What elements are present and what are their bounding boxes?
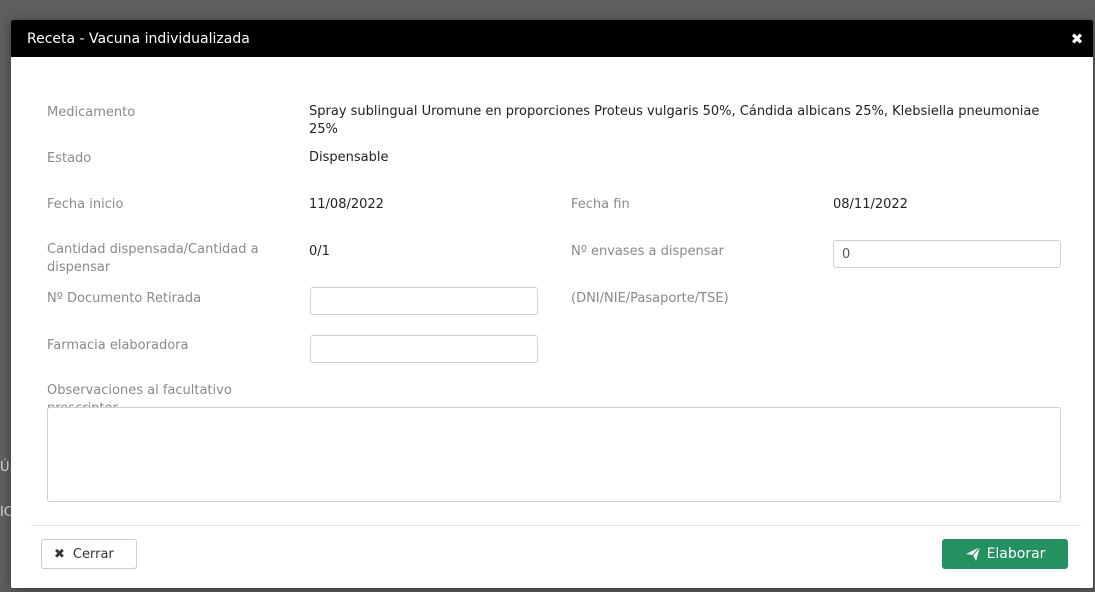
close-icon[interactable]: ✖ — [1069, 30, 1085, 48]
envases-label: Nº envases a dispensar — [571, 244, 724, 259]
estado-value: Dispensable — [309, 150, 389, 165]
close-icon: ✖ — [54, 546, 65, 562]
elaborar-button-label: Elaborar — [986, 546, 1046, 562]
modal-title: Receta - Vacuna individualizada — [27, 30, 250, 47]
modal-header: Receta - Vacuna individualizada ✖ — [11, 20, 1093, 57]
send-icon — [965, 546, 980, 561]
documento-label: Nº Documento Retirada — [47, 291, 202, 306]
fecha-inicio-value: 11/08/2022 — [309, 197, 384, 212]
prescription-modal: Receta - Vacuna individualizada ✖ Medica… — [11, 20, 1093, 588]
modal-body: Medicamento Spray sublingual Uromune en … — [11, 57, 1093, 525]
estado-label: Estado — [47, 151, 92, 166]
documento-hint: (DNI/NIE/Pasaporte/TSE) — [571, 291, 729, 306]
cerrar-button[interactable]: ✖ Cerrar — [41, 539, 137, 569]
cantidad-label: Cantidad dispensada/Cantidad a dispensar — [47, 242, 259, 275]
medicamento-label: Medicamento — [47, 105, 136, 120]
medicamento-value: Spray sublingual Uromune en proporciones… — [309, 104, 1040, 137]
farmacia-input[interactable] — [310, 335, 538, 363]
fecha-fin-label: Fecha fin — [571, 197, 630, 212]
cerrar-button-label: Cerrar — [72, 546, 114, 562]
farmacia-label: Farmacia elaboradora — [47, 338, 189, 353]
documento-input[interactable] — [310, 287, 538, 315]
background-text: Ú — [0, 460, 10, 475]
observaciones-textarea[interactable] — [47, 407, 1061, 502]
fecha-fin-value: 08/11/2022 — [833, 197, 908, 212]
cantidad-value: 0/1 — [309, 244, 330, 259]
footer-divider — [31, 525, 1081, 526]
elaborar-button[interactable]: Elaborar — [942, 539, 1068, 569]
envases-input[interactable] — [833, 240, 1061, 268]
fecha-inicio-label: Fecha inicio — [47, 197, 124, 212]
